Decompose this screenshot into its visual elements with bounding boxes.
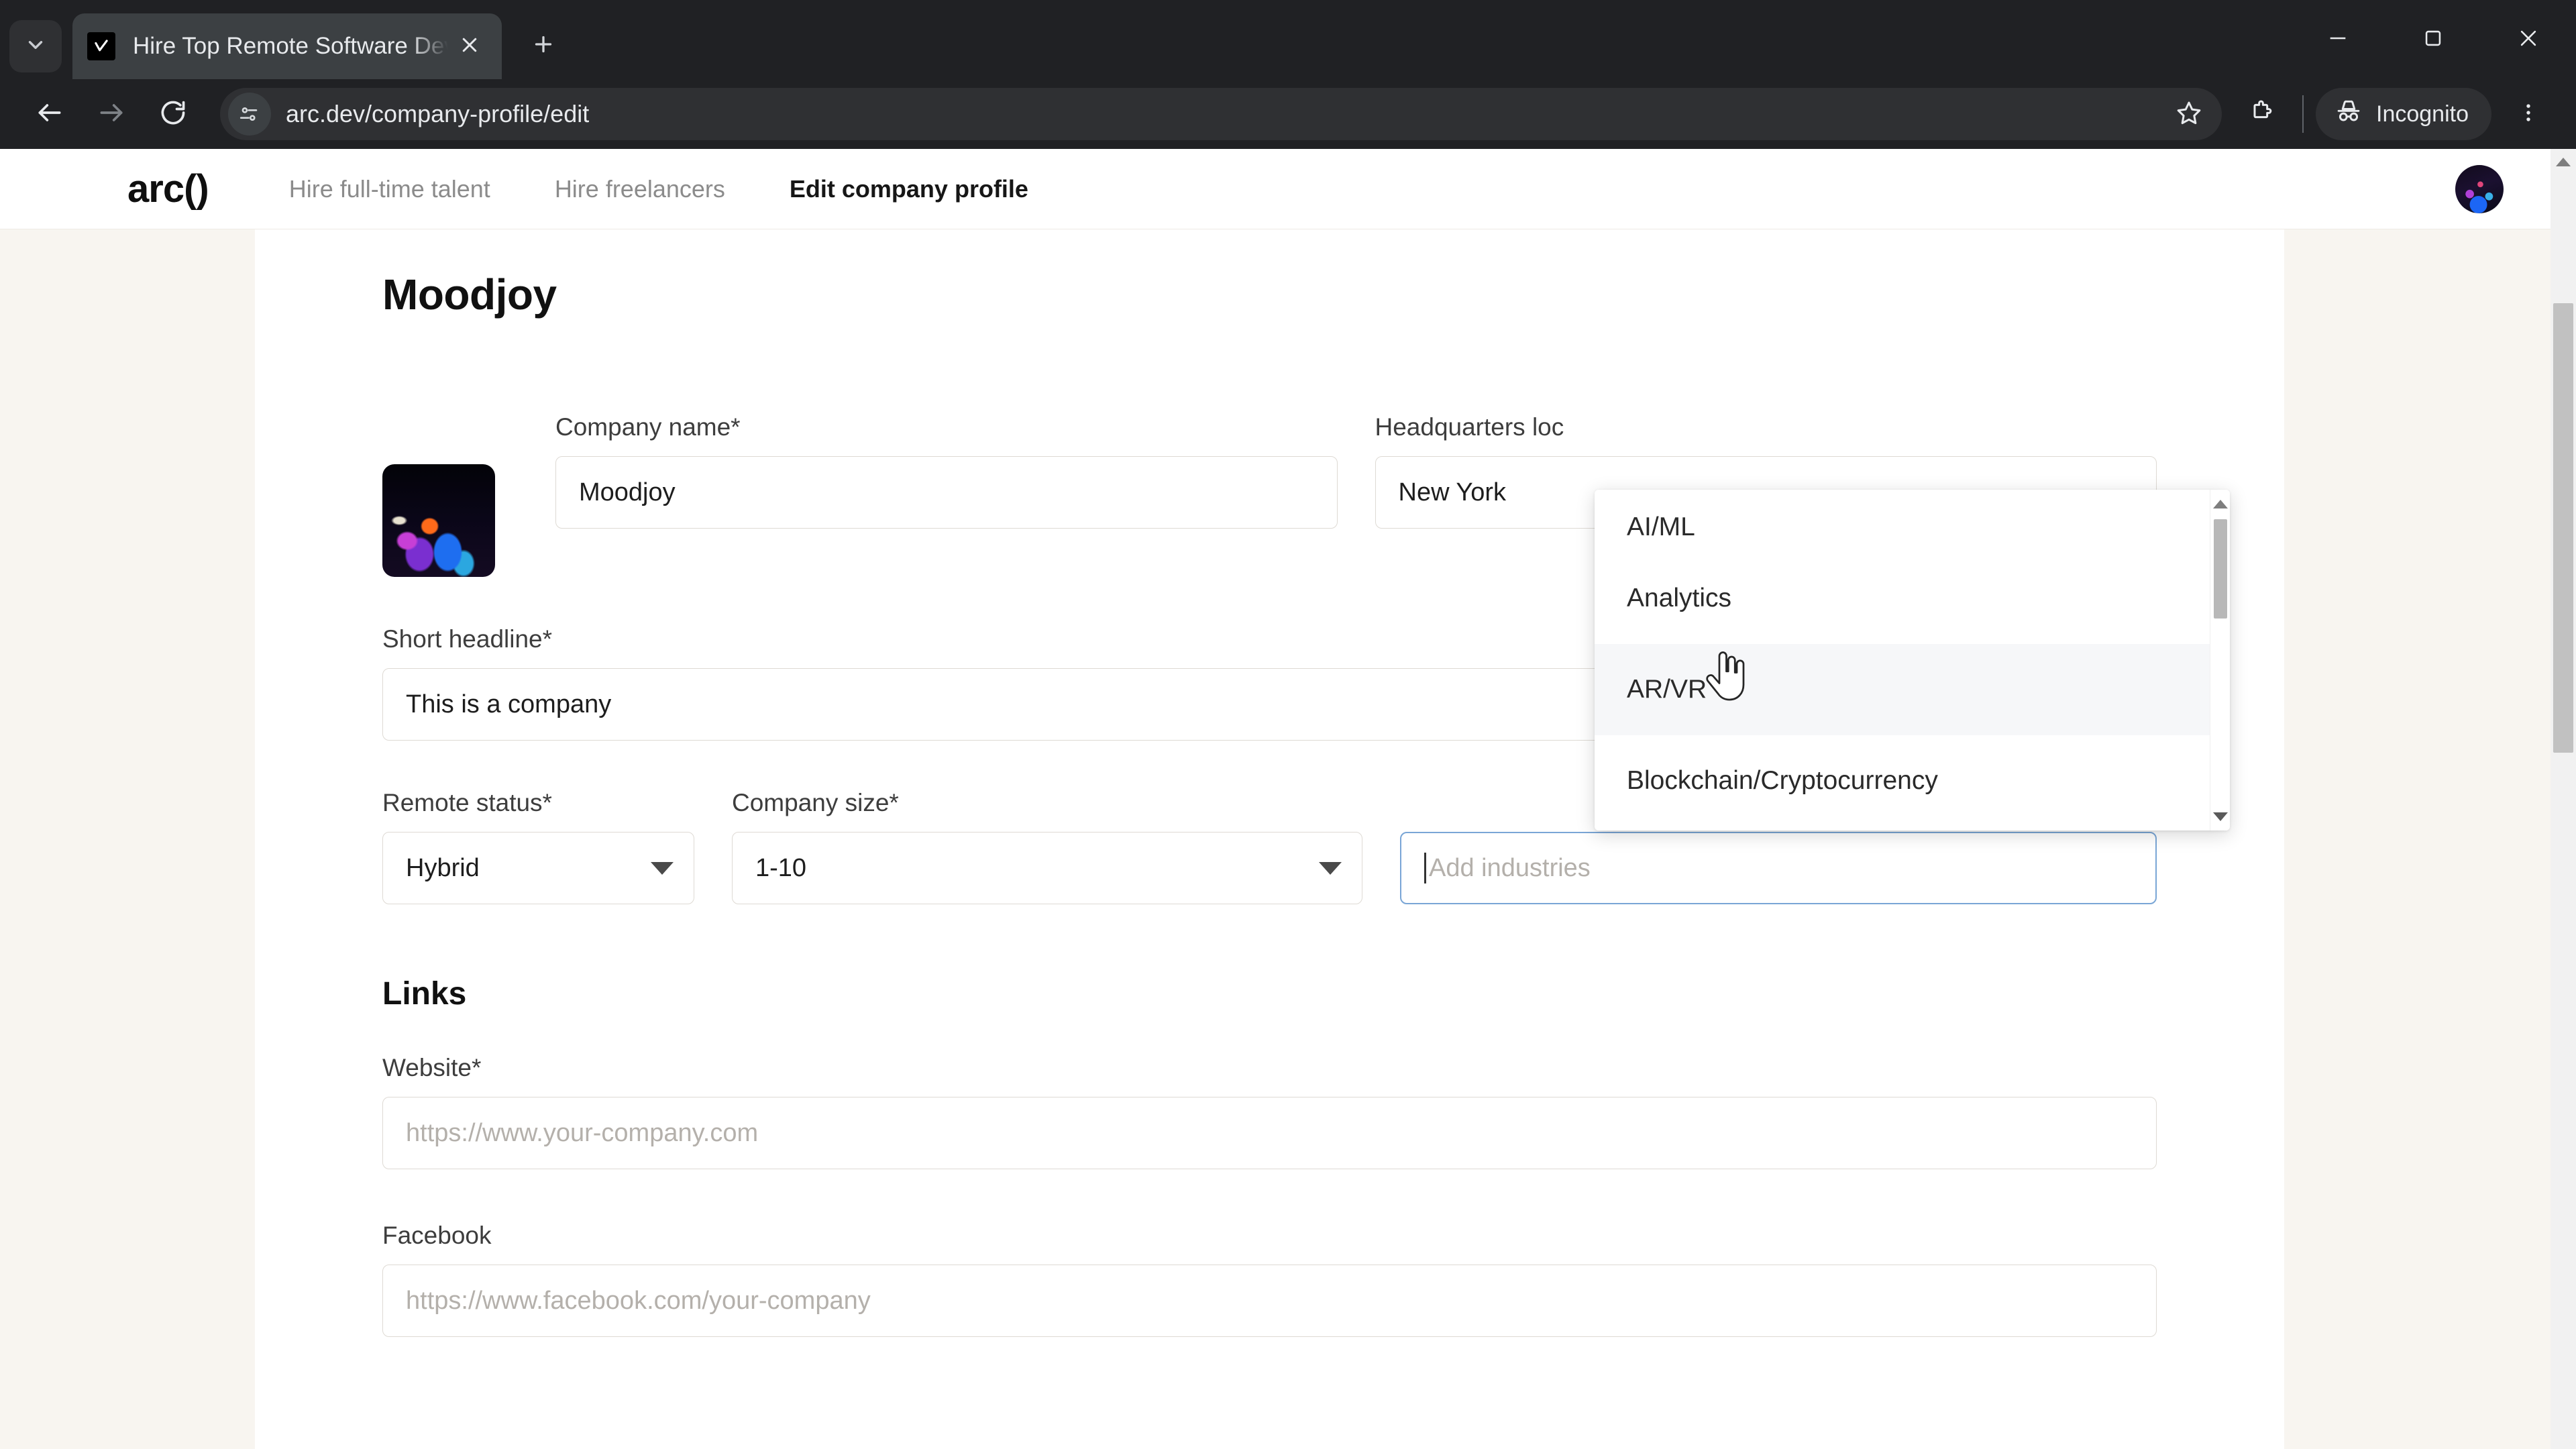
facebook-field-group: Facebook https://www.facebook.com/your-c… bbox=[382, 1222, 2157, 1337]
window-maximize-button[interactable] bbox=[2385, 0, 2481, 79]
company-name-field-group: Company name* Moodjoy bbox=[555, 413, 1338, 529]
dropdown-option-cloud-computing[interactable]: Cloud Computing bbox=[1595, 826, 2210, 830]
window-minimize-button[interactable] bbox=[2290, 0, 2385, 79]
three-dot-menu-icon bbox=[2517, 101, 2540, 127]
dropdown-scroll-thumb[interactable] bbox=[2214, 519, 2227, 619]
company-size-label: Company size* bbox=[732, 789, 899, 816]
maximize-icon bbox=[2422, 27, 2445, 53]
dropdown-option-analytics[interactable]: Analytics bbox=[1595, 553, 2210, 644]
tab-search-button[interactable] bbox=[9, 20, 62, 72]
chevron-down-icon bbox=[1319, 861, 1342, 875]
back-arrow-icon bbox=[35, 98, 64, 131]
facebook-input[interactable]: https://www.facebook.com/your-company bbox=[382, 1265, 2157, 1337]
arc-logo[interactable]: arc() bbox=[127, 166, 209, 211]
industries-placeholder: Add industries bbox=[1429, 853, 1591, 882]
page-scroll-up-button[interactable] bbox=[2551, 149, 2576, 174]
company-size-select[interactable]: 1-10 bbox=[732, 832, 1362, 904]
headquarters-label: Headquarters loc bbox=[1375, 413, 1564, 441]
minimize-icon bbox=[2326, 27, 2349, 53]
browser-window: Hire Top Remote Software Deve arc.dev/co… bbox=[0, 0, 2576, 1449]
industries-dropdown[interactable]: AI/ML Analytics AR/VR Blockchain/Cryptoc… bbox=[1595, 490, 2230, 830]
back-button[interactable] bbox=[19, 83, 80, 145]
browser-toolbar: arc.dev/company-profile/edit Incognito bbox=[0, 79, 2576, 149]
address-bar[interactable]: arc.dev/company-profile/edit bbox=[220, 88, 2222, 140]
facebook-label: Facebook bbox=[382, 1222, 492, 1249]
dropdown-option-ai-ml[interactable]: AI/ML bbox=[1595, 490, 2210, 553]
website-input[interactable]: https://www.your-company.com bbox=[382, 1097, 2157, 1169]
browser-tab[interactable]: Hire Top Remote Software Deve bbox=[72, 13, 502, 79]
page-info-icon[interactable] bbox=[228, 93, 271, 136]
incognito-hat-icon bbox=[2334, 97, 2376, 131]
company-name-label: Company name* bbox=[555, 413, 741, 441]
website-field-group: Website* https://www.your-company.com bbox=[382, 1054, 2157, 1169]
website-label: Website* bbox=[382, 1054, 482, 1081]
reload-icon bbox=[158, 98, 188, 131]
company-size-value: 1-10 bbox=[755, 853, 807, 882]
links-section-title: Links bbox=[382, 976, 467, 1012]
tab-title: Hire Top Remote Software Deve bbox=[133, 33, 448, 59]
profile-edit-card: Moodjoy Company name* Moodjoy Headquarte… bbox=[255, 229, 2284, 1449]
dropdown-scroll-down-button[interactable] bbox=[2210, 806, 2230, 826]
company-name-input[interactable]: Moodjoy bbox=[555, 456, 1338, 529]
incognito-label: Incognito bbox=[2376, 101, 2469, 127]
bookmark-button[interactable] bbox=[2165, 91, 2212, 138]
close-icon bbox=[460, 35, 480, 58]
links-section: Links Website* https://www.your-company.… bbox=[382, 975, 2157, 1337]
page-viewport: arc() Hire full-time talent Hire freelan… bbox=[0, 149, 2576, 1449]
new-tab-button[interactable] bbox=[518, 20, 569, 71]
company-logo[interactable] bbox=[382, 464, 495, 577]
dropdown-option-ar-vr[interactable]: AR/VR bbox=[1595, 644, 2210, 735]
main-nav: Hire full-time talent Hire freelancers E… bbox=[289, 175, 1028, 203]
dropdown-scrollbar[interactable] bbox=[2210, 490, 2230, 830]
arc-favicon bbox=[87, 32, 115, 60]
remote-status-label: Remote status* bbox=[382, 789, 552, 816]
puzzle-piece-icon bbox=[2248, 99, 2275, 129]
browser-menu-button[interactable] bbox=[2500, 85, 2557, 143]
company-size-field-group: Company size* 1-10 bbox=[732, 789, 1362, 904]
remote-status-field-group: Remote status* Hybrid bbox=[382, 789, 694, 904]
window-controls bbox=[2290, 0, 2576, 79]
url-text: arc.dev/company-profile/edit bbox=[286, 100, 590, 127]
incognito-indicator[interactable]: Incognito bbox=[2316, 88, 2491, 140]
forward-button[interactable] bbox=[80, 83, 142, 145]
plus-icon bbox=[531, 32, 555, 60]
nav-hire-full-time-talent[interactable]: Hire full-time talent bbox=[289, 175, 490, 203]
mouse-cursor-pointer bbox=[1704, 651, 1748, 708]
chevron-down-icon bbox=[24, 34, 47, 60]
dropdown-scroll-up-button[interactable] bbox=[2210, 494, 2230, 514]
reload-button[interactable] bbox=[142, 83, 204, 145]
avatar[interactable] bbox=[2455, 164, 2504, 213]
triangle-up-icon bbox=[2213, 499, 2228, 508]
tab-close-button[interactable] bbox=[452, 29, 487, 64]
page-scrollbar[interactable] bbox=[2551, 149, 2576, 1449]
site-header: arc() Hire full-time talent Hire freelan… bbox=[0, 149, 2551, 229]
extensions-button[interactable] bbox=[2233, 85, 2290, 143]
remote-status-value: Hybrid bbox=[406, 853, 480, 882]
page-title: Moodjoy bbox=[382, 270, 557, 319]
text-cursor bbox=[1424, 853, 1426, 883]
remote-status-select[interactable]: Hybrid bbox=[382, 832, 694, 904]
chevron-down-icon bbox=[651, 861, 674, 875]
triangle-up-icon bbox=[2556, 157, 2571, 166]
industries-dropdown-list: AI/ML Analytics AR/VR Blockchain/Cryptoc… bbox=[1595, 490, 2210, 830]
nav-edit-company-profile[interactable]: Edit company profile bbox=[790, 175, 1028, 203]
triangle-down-icon bbox=[2213, 812, 2228, 821]
dropdown-option-blockchain-cryptocurrency[interactable]: Blockchain/Cryptocurrency bbox=[1595, 735, 2210, 826]
nav-hire-freelancers[interactable]: Hire freelancers bbox=[555, 175, 725, 203]
close-icon bbox=[2517, 27, 2540, 53]
industries-input[interactable]: Add industries bbox=[1400, 832, 2157, 904]
window-close-button[interactable] bbox=[2481, 0, 2576, 79]
star-icon bbox=[2176, 99, 2202, 129]
forward-arrow-icon bbox=[97, 98, 126, 131]
page-scroll-thumb[interactable] bbox=[2553, 303, 2573, 753]
tab-strip: Hire Top Remote Software Deve bbox=[0, 0, 2576, 79]
toolbar-divider bbox=[2302, 95, 2304, 133]
